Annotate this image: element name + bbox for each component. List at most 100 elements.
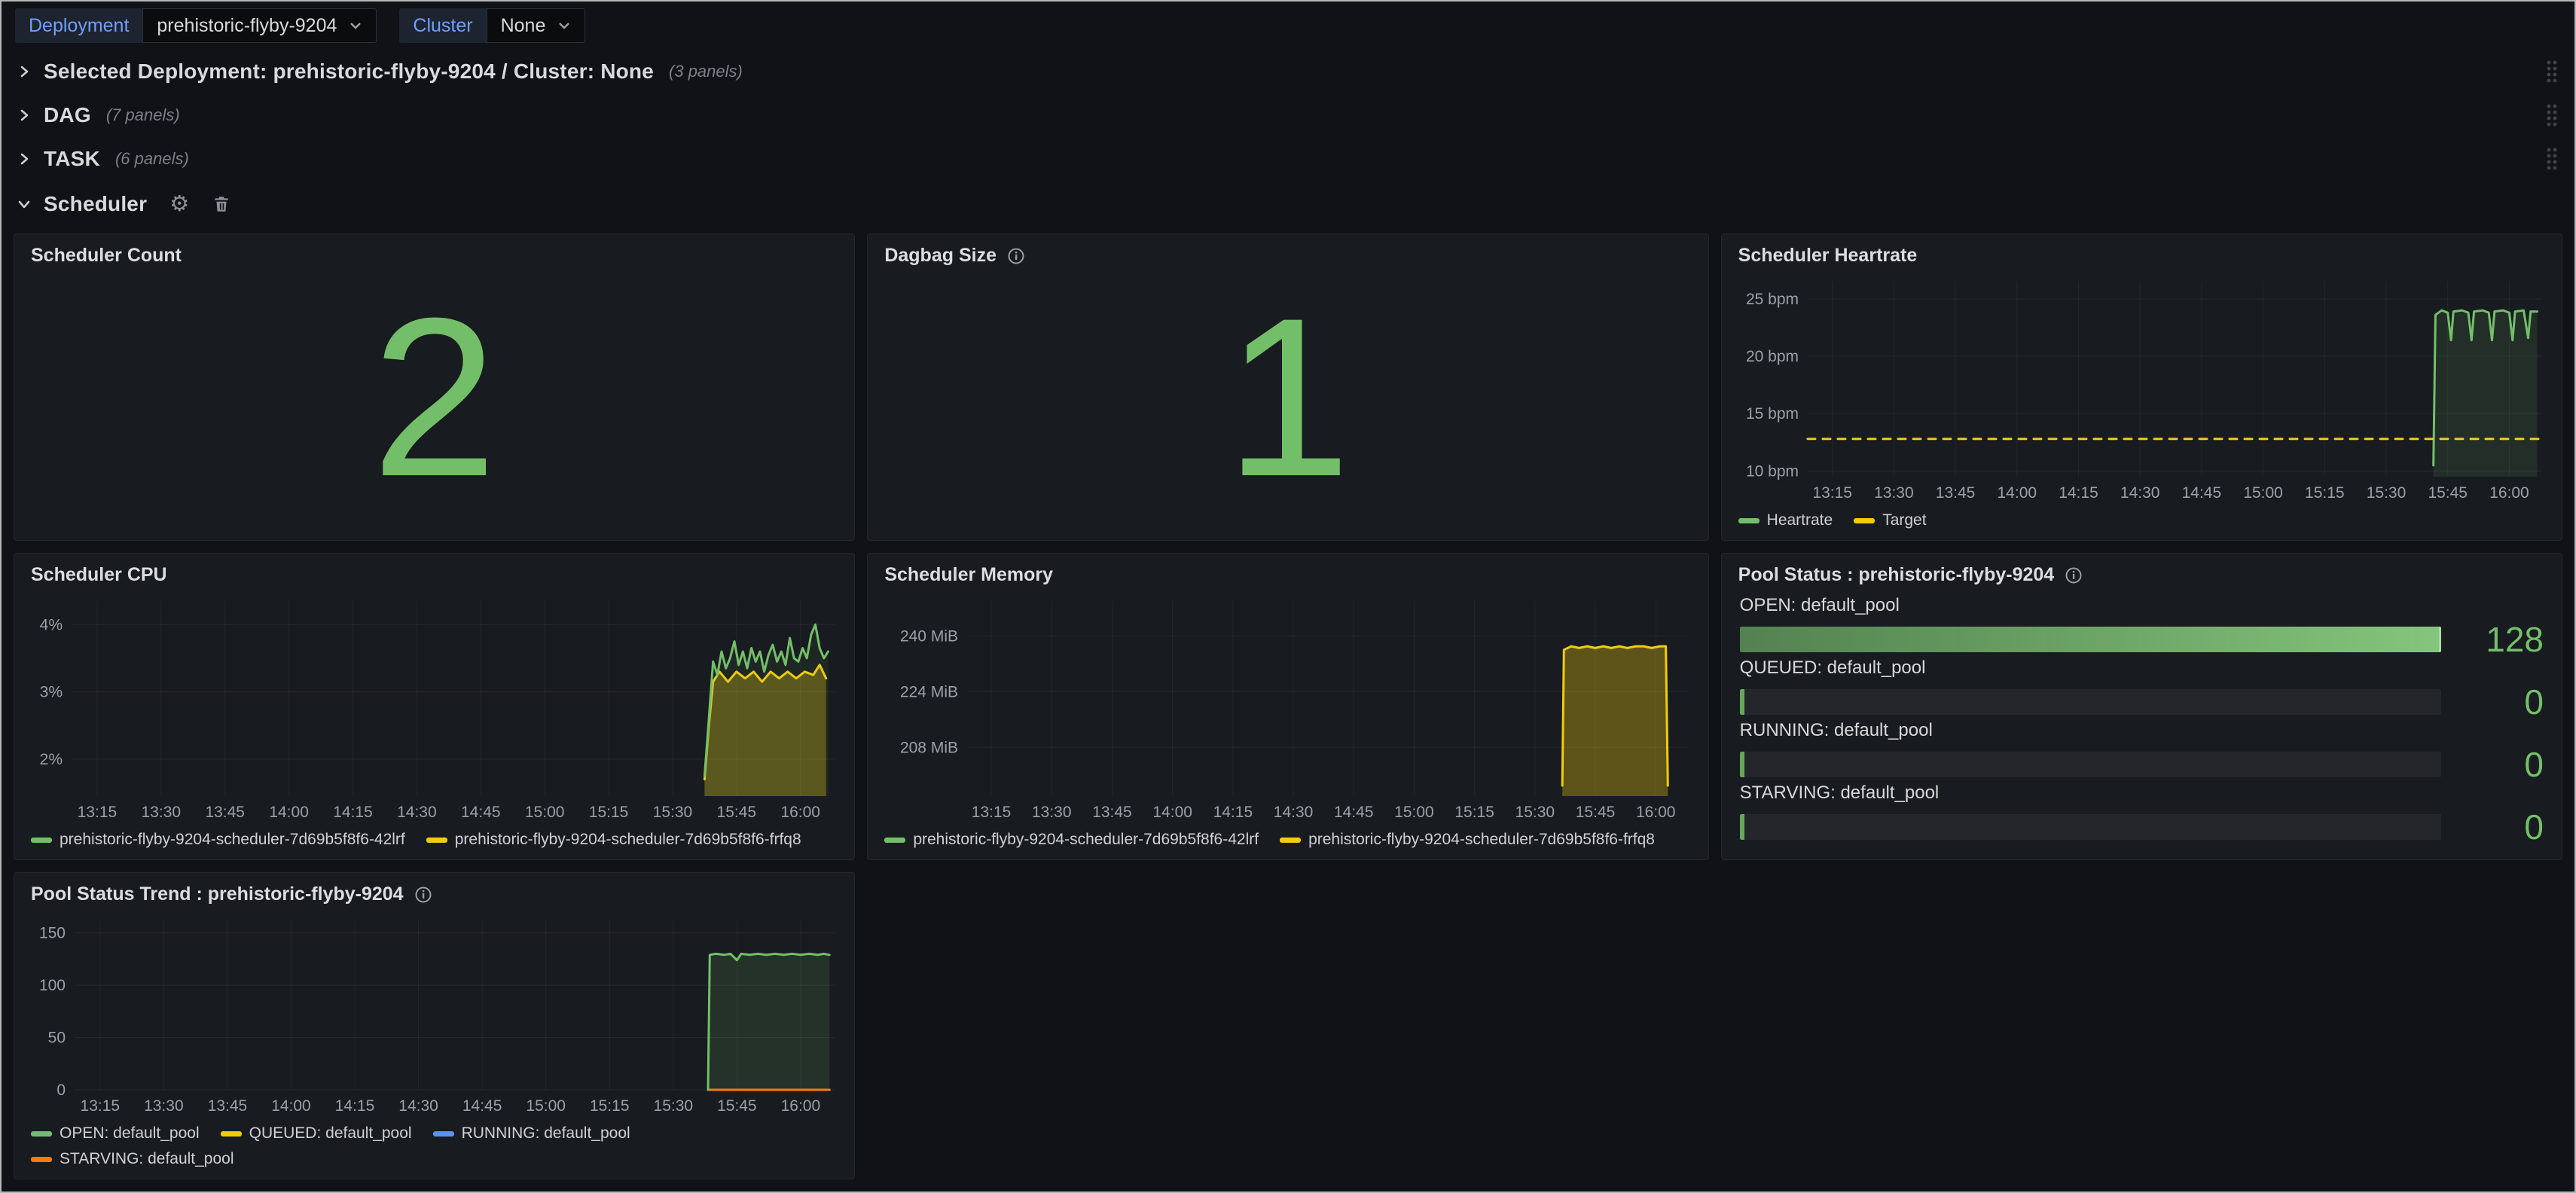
svg-text:13:45: 13:45 — [1935, 484, 1975, 502]
legend-item[interactable]: prehistoric-flyby-9204-scheduler-7d69b5f… — [1280, 831, 1655, 849]
legend-swatch-icon — [31, 1131, 52, 1137]
heartrate-chart[interactable]: 13:1513:3013:4514:0014:1514:3014:4515:00… — [1729, 271, 2554, 505]
svg-text:15:45: 15:45 — [1576, 804, 1616, 821]
gauge-value: 0 — [2456, 747, 2544, 782]
svg-text:16:00: 16:00 — [1636, 804, 1676, 821]
svg-text:14:00: 14:00 — [271, 1097, 311, 1115]
gauge-track — [1740, 814, 2441, 840]
bar-gauge: QUEUED: default_pool 0 — [1740, 658, 2544, 719]
stat-value: 2 — [14, 270, 854, 540]
svg-text:14:45: 14:45 — [2181, 484, 2221, 502]
gauge-row: 0 — [1740, 810, 2544, 844]
row-title: TASK — [44, 147, 100, 171]
chart-canvas: 13:1513:3013:4514:0014:1514:3014:4515:00… — [22, 590, 847, 825]
chart-canvas: 13:1513:3013:4514:0014:1514:3014:4515:00… — [1729, 271, 2554, 505]
legend-label: STARVING: default_pool — [60, 1150, 234, 1168]
legend-item[interactable]: QUEUED: default_pool — [221, 1124, 412, 1143]
row-task[interactable]: TASK (6 panels) — [2, 137, 2574, 181]
bar-gauge: RUNNING: default_pool 0 — [1740, 720, 2544, 782]
svg-text:240 MiB: 240 MiB — [900, 627, 958, 645]
drag-handle-icon[interactable] — [2544, 59, 2559, 84]
gauge-value: 128 — [2456, 622, 2544, 657]
svg-text:15:30: 15:30 — [654, 1097, 694, 1115]
row-scheduler[interactable]: Scheduler ⚙ — [2, 181, 2574, 227]
cluster-select[interactable]: None — [487, 8, 586, 43]
row-dag[interactable]: DAG (7 panels) — [2, 93, 2574, 137]
svg-text:15:30: 15:30 — [2366, 484, 2406, 502]
svg-text:0: 0 — [56, 1082, 66, 1099]
svg-text:13:30: 13:30 — [144, 1097, 184, 1115]
drag-handle-icon[interactable] — [2544, 102, 2559, 128]
svg-text:14:30: 14:30 — [2120, 484, 2160, 502]
gauge-row: 0 — [1740, 685, 2544, 719]
cpu-chart[interactable]: 13:1513:3013:4514:0014:1514:3014:4515:00… — [22, 590, 847, 825]
cluster-select-value: None — [501, 15, 546, 37]
row-delete-button[interactable] — [212, 194, 231, 214]
row-selected-deployment[interactable]: Selected Deployment: prehistoric-flyby-9… — [2, 50, 2574, 93]
chevron-down-icon — [349, 21, 362, 30]
chevron-down-icon — [17, 197, 32, 212]
row-panel-count: (3 panels) — [669, 62, 743, 81]
row-settings-button[interactable]: ⚙ — [169, 194, 189, 215]
panel-pool-status-trend: Pool Status Trend : prehistoric-flyby-92… — [14, 872, 855, 1179]
deployment-select[interactable]: prehistoric-flyby-9204 — [142, 8, 377, 43]
svg-text:10 bpm: 10 bpm — [1746, 462, 1799, 480]
svg-text:13:30: 13:30 — [1874, 484, 1914, 502]
gauge-label: QUEUED: default_pool — [1740, 658, 2544, 679]
chevron-right-icon — [17, 108, 32, 123]
svg-text:15:00: 15:00 — [526, 1097, 566, 1115]
info-icon[interactable] — [414, 886, 432, 904]
legend-label: prehistoric-flyby-9204-scheduler-7d69b5f… — [1308, 831, 1655, 849]
legend-item[interactable]: RUNNING: default_pool — [433, 1124, 630, 1143]
legend-item[interactable]: OPEN: default_pool — [31, 1124, 200, 1143]
panel-title: Scheduler Count — [31, 245, 182, 267]
legend-label: Target — [1882, 511, 1926, 529]
panel-scheduler-heartrate: Scheduler Heartrate 13:1513:3013:4514:00… — [1721, 233, 2562, 541]
legend-item[interactable]: prehistoric-flyby-9204-scheduler-7d69b5f… — [884, 831, 1259, 849]
gauge-fill — [1740, 752, 1744, 777]
chart-legend: Heartrate Target — [1722, 505, 2562, 540]
panel-title: Pool Status : prehistoric-flyby-9204 — [1738, 564, 2055, 586]
deployment-variable-label: Deployment — [15, 8, 142, 43]
pool-gauges: OPEN: default_pool128QUEUED: default_poo… — [1722, 589, 2562, 859]
drag-handle-icon[interactable] — [2544, 146, 2559, 172]
svg-text:14:00: 14:00 — [1153, 804, 1193, 821]
panel-header: Pool Status : prehistoric-flyby-9204 — [1722, 554, 2562, 589]
svg-text:14:30: 14:30 — [397, 804, 437, 821]
memory-chart[interactable]: 13:1513:3013:4514:0014:1514:3014:4515:00… — [875, 590, 1700, 825]
svg-text:14:30: 14:30 — [1274, 804, 1314, 821]
panel-header: Scheduler Memory — [868, 554, 1708, 589]
svg-text:15:45: 15:45 — [717, 804, 757, 821]
legend-item[interactable]: Heartrate — [1738, 511, 1833, 529]
gauge-fill — [1740, 689, 1744, 715]
legend-item[interactable]: STARVING: default_pool — [31, 1150, 234, 1168]
panel-dagbag-size: Dagbag Size 1 — [867, 233, 1708, 541]
svg-text:13:15: 13:15 — [78, 804, 118, 821]
legend-label: Heartrate — [1767, 511, 1833, 529]
row-panel-count: (6 panels) — [115, 149, 189, 169]
legend-item[interactable]: prehistoric-flyby-9204-scheduler-7d69b5f… — [426, 831, 801, 849]
svg-text:13:30: 13:30 — [1032, 804, 1072, 821]
info-icon[interactable] — [2065, 566, 2083, 584]
legend-swatch-icon — [426, 838, 447, 843]
legend-swatch-icon — [31, 838, 52, 843]
stat-value: 1 — [868, 270, 1708, 540]
svg-text:208 MiB: 208 MiB — [900, 739, 958, 756]
pool-trend-chart[interactable]: 13:1513:3013:4514:0014:1514:3014:4515:00… — [22, 910, 847, 1118]
row-title: Selected Deployment: prehistoric-flyby-9… — [44, 59, 654, 84]
bar-gauge: OPEN: default_pool128 — [1740, 595, 2544, 657]
chart-legend: OPEN: default_pool QUEUED: default_pool RU… — [14, 1118, 854, 1179]
legend-swatch-icon — [221, 1131, 242, 1137]
info-icon[interactable] — [1007, 247, 1025, 265]
panel-header: Scheduler Count — [14, 234, 854, 270]
svg-text:16:00: 16:00 — [780, 804, 820, 821]
gauge-track — [1740, 752, 2441, 777]
svg-text:15:00: 15:00 — [525, 804, 565, 821]
row-title: Scheduler — [44, 192, 147, 216]
gauge-label: RUNNING: default_pool — [1740, 720, 2544, 741]
svg-text:15:00: 15:00 — [1394, 804, 1434, 821]
legend-item[interactable]: Target — [1854, 511, 1926, 529]
chart-legend: prehistoric-flyby-9204-scheduler-7d69b5f… — [14, 825, 854, 859]
legend-label: OPEN: default_pool — [60, 1124, 200, 1143]
legend-item[interactable]: prehistoric-flyby-9204-scheduler-7d69b5f… — [31, 831, 405, 849]
